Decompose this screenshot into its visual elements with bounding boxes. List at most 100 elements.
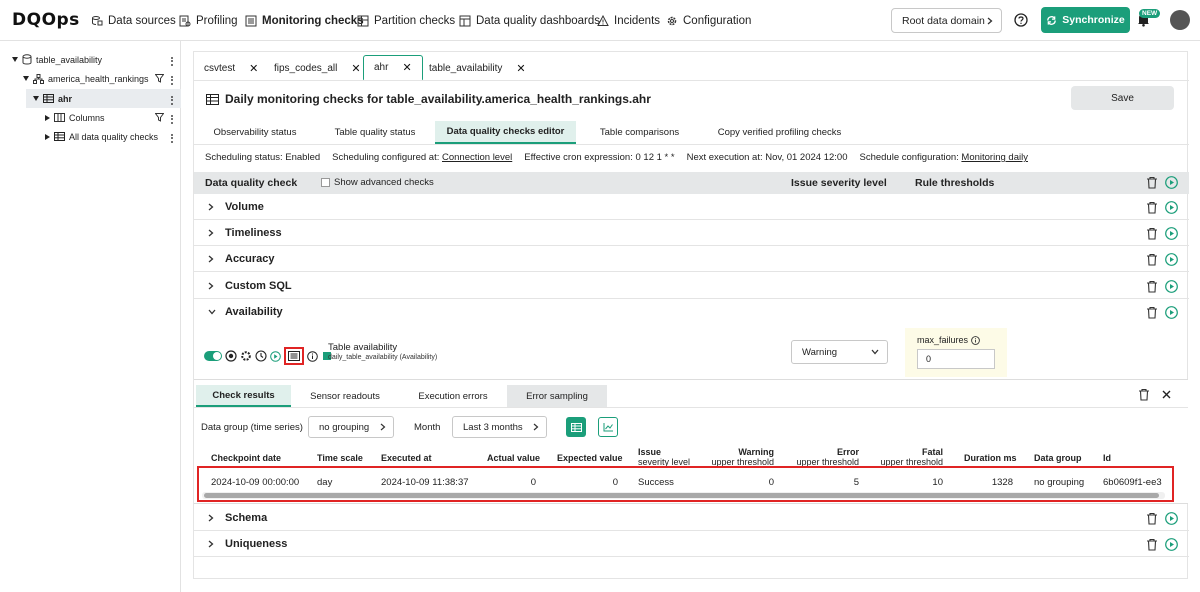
severity-select[interactable]: Warning <box>791 340 888 364</box>
nav-configuration[interactable]: Configuration <box>666 13 751 29</box>
trash-icon[interactable] <box>1146 253 1158 266</box>
trash-icon[interactable] <box>1146 512 1158 525</box>
expand-down-icon[interactable] <box>23 76 29 81</box>
expand-down-icon[interactable] <box>12 57 18 62</box>
trash-icon[interactable] <box>1146 201 1158 214</box>
data-group-select[interactable]: no grouping <box>308 416 394 438</box>
category-volume[interactable]: Volume <box>194 194 1189 220</box>
target-icon[interactable] <box>225 350 237 362</box>
trash-icon[interactable] <box>1146 306 1158 319</box>
results-tab-check-results[interactable]: Check results <box>196 385 291 407</box>
more-icon[interactable] <box>170 113 174 125</box>
filter-icon[interactable] <box>155 113 164 122</box>
tab-table-availability[interactable]: table_availability ✕ <box>419 57 536 80</box>
dqops-logo[interactable]: DQOps <box>12 10 80 30</box>
more-icon[interactable] <box>170 55 174 67</box>
close-icon[interactable]: ✕ <box>249 62 258 75</box>
run-check-icon[interactable] <box>270 350 281 362</box>
category-uniqueness[interactable]: Uniqueness <box>194 531 1189 557</box>
close-icon[interactable] <box>1162 390 1171 399</box>
results-tab-sensor-readouts[interactable]: Sensor readouts <box>302 385 388 407</box>
chevron-right-icon[interactable] <box>208 540 214 548</box>
chevron-right-icon[interactable] <box>208 282 214 290</box>
tab-csvtest[interactable]: csvtest ✕ <box>194 57 268 80</box>
nav-profiling[interactable]: Profiling <box>179 13 238 29</box>
expand-right-icon[interactable] <box>45 114 50 121</box>
tree-item-schema[interactable]: america_health_rankings <box>23 69 149 88</box>
category-timeliness[interactable]: Timeliness <box>194 220 1189 246</box>
nav-partition-checks[interactable]: Partition checks <box>357 13 455 29</box>
results-tab-execution-errors[interactable]: Execution errors <box>408 385 498 407</box>
category-custom-sql[interactable]: Custom SQL <box>194 273 1189 299</box>
run-check-icon[interactable] <box>1165 306 1178 319</box>
root-data-domain-button[interactable]: Root data domain <box>891 8 1002 33</box>
category-availability[interactable]: Availability <box>194 299 1189 325</box>
filter-icon[interactable] <box>155 74 164 83</box>
category-accuracy[interactable]: Accuracy <box>194 246 1189 272</box>
subtab-data-quality-checks-editor[interactable]: Data quality checks editor <box>435 121 576 144</box>
nav-incidents[interactable]: Incidents <box>597 13 660 29</box>
header-severity: Issue severity level <box>791 177 887 189</box>
trash-icon[interactable] <box>1146 538 1158 551</box>
subtab-table-quality-status[interactable]: Table quality status <box>329 121 421 144</box>
trash-icon[interactable] <box>1138 388 1150 401</box>
run-check-icon[interactable] <box>1165 227 1178 240</box>
synchronize-button[interactable]: Synchronize <box>1041 7 1130 33</box>
tree-item-table[interactable]: table_availability <box>12 50 102 69</box>
info-icon[interactable] <box>971 335 980 345</box>
col-fatal-threshold: Fatal upper threshold <box>880 447 943 467</box>
expand-down-icon[interactable] <box>33 96 39 101</box>
trash-icon[interactable] <box>1146 280 1158 293</box>
run-check-icon[interactable] <box>1165 538 1178 551</box>
tree-item-columns[interactable]: Columns <box>45 108 105 127</box>
month-select[interactable]: Last 3 months <box>452 416 547 438</box>
run-check-icon[interactable] <box>1165 280 1178 293</box>
subtab-table-comparisons[interactable]: Table comparisons <box>592 121 687 144</box>
close-icon[interactable]: ✕ <box>516 62 525 75</box>
more-icon[interactable] <box>170 74 174 86</box>
more-icon[interactable] <box>170 94 174 106</box>
close-icon[interactable]: ✕ <box>351 62 360 75</box>
monitoring-daily-link[interactable]: Monitoring daily <box>961 152 1028 163</box>
chevron-right-icon[interactable] <box>208 255 214 263</box>
trash-icon[interactable] <box>1146 176 1158 189</box>
advanced-checkbox[interactable] <box>321 178 330 187</box>
close-icon[interactable]: ✕ <box>402 61 411 74</box>
tree-item-all-checks[interactable]: All data quality checks <box>45 127 158 146</box>
max-failures-input[interactable]: 0 <box>917 349 995 369</box>
run-check-icon[interactable] <box>1165 253 1178 266</box>
table-view-button[interactable] <box>566 417 586 437</box>
tab-ahr[interactable]: ahr ✕ <box>363 55 423 81</box>
save-button[interactable]: Save <box>1071 86 1174 110</box>
show-advanced-checks[interactable]: Show advanced checks <box>321 177 434 188</box>
chevron-right-icon[interactable] <box>208 514 214 522</box>
tree-item-ahr[interactable]: ahr <box>26 89 181 108</box>
check-results-icon[interactable] <box>284 347 304 365</box>
trash-icon[interactable] <box>1146 227 1158 240</box>
gear-icon[interactable] <box>240 350 252 362</box>
results-tab-error-sampling[interactable]: Error sampling <box>507 385 607 407</box>
nav-data-sources[interactable]: Data sources <box>91 13 176 29</box>
col-expected-value: Expected value <box>557 453 623 463</box>
subtab-observability-status[interactable]: Observability status <box>205 121 305 144</box>
run-check-icon[interactable] <box>1165 201 1178 214</box>
avatar[interactable] <box>1170 10 1190 30</box>
chevron-right-icon[interactable] <box>208 203 214 211</box>
expand-right-icon[interactable] <box>45 133 50 140</box>
connection-level-link[interactable]: Connection level <box>442 152 512 163</box>
nav-data-quality-dashboards[interactable]: Data quality dashboards <box>459 13 600 29</box>
run-check-icon[interactable] <box>1165 512 1178 525</box>
category-schema[interactable]: Schema <box>194 505 1189 531</box>
tab-fips-codes-all[interactable]: fips_codes_all ✕ <box>264 57 371 80</box>
clock-icon[interactable] <box>255 350 267 362</box>
info-icon[interactable] <box>307 350 318 362</box>
chart-view-button[interactable] <box>598 417 618 437</box>
help-icon[interactable] <box>1014 13 1028 27</box>
chevron-right-icon[interactable] <box>208 229 214 237</box>
subtab-copy-verified-profiling-checks[interactable]: Copy verified profiling checks <box>707 121 852 144</box>
nav-monitoring-checks[interactable]: Monitoring checks <box>245 13 364 29</box>
run-check-icon[interactable] <box>1165 176 1178 189</box>
chevron-down-icon[interactable] <box>208 309 216 315</box>
check-enabled-toggle[interactable] <box>204 351 222 361</box>
more-icon[interactable] <box>170 132 174 144</box>
